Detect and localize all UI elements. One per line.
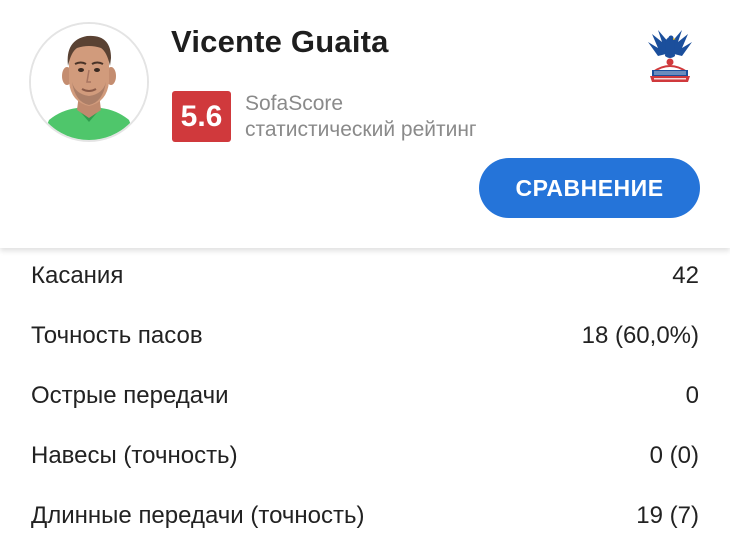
compare-button[interactable]: СРАВНЕНИЕ <box>479 158 700 218</box>
stat-value: 0 <box>685 382 699 409</box>
stats-list: Касания 42 Точность пасов 18 (60,0%) Ост… <box>0 246 730 546</box>
stat-value: 18 (60,0%) <box>581 322 699 349</box>
rating-description: статистический рейтинг <box>245 118 477 141</box>
stat-row-long-balls: Длинные передачи (точность) 19 (7) <box>0 486 730 546</box>
stat-row-key-passes: Острые передачи 0 <box>0 366 730 426</box>
player-header: Vicente Guaita 5.6 SofaScore статистичес… <box>0 0 730 248</box>
player-photo-icon <box>31 24 147 140</box>
stat-label: Длинные передачи (точность) <box>31 502 365 529</box>
stat-label: Точность пасов <box>31 322 203 349</box>
stat-row-crosses: Навесы (точность) 0 (0) <box>0 426 730 486</box>
eagle-crest-icon <box>648 30 692 82</box>
club-logo-icon[interactable] <box>644 24 696 84</box>
stat-row-touches: Касания 42 <box>0 246 730 306</box>
rating-source: SofaScore <box>245 92 344 115</box>
rating-badge: 5.6 <box>172 91 231 142</box>
player-name: Vicente Guaita <box>171 24 389 59</box>
stat-label: Острые передачи <box>31 382 229 409</box>
stat-label: Касания <box>31 262 124 289</box>
stat-value: 0 (0) <box>649 442 699 469</box>
stat-value: 19 (7) <box>636 502 699 529</box>
player-avatar <box>29 22 149 142</box>
stat-row-pass-accuracy: Точность пасов 18 (60,0%) <box>0 306 730 366</box>
stat-value: 42 <box>672 262 699 289</box>
stat-label: Навесы (точность) <box>31 442 238 469</box>
